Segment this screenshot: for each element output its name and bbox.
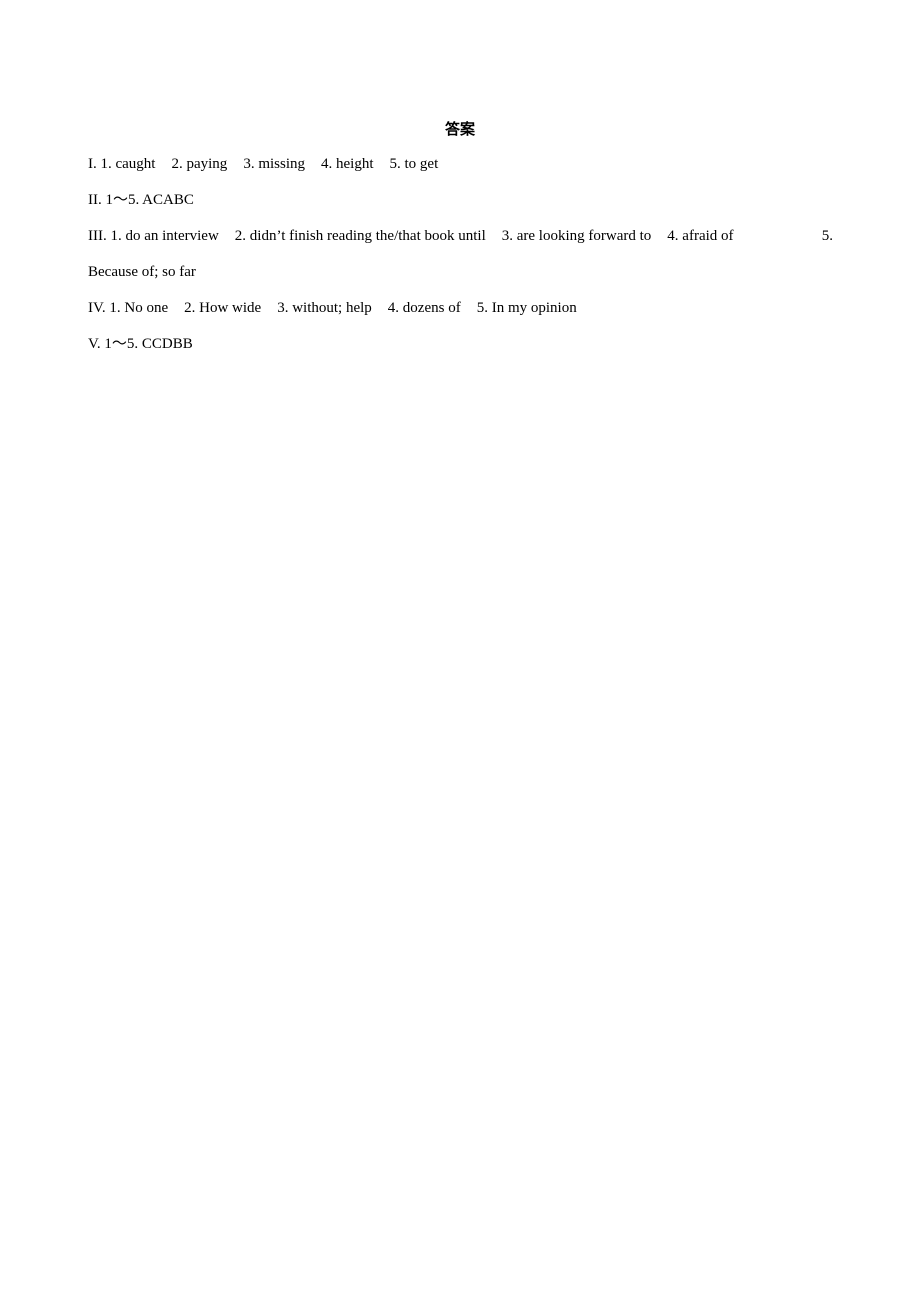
page-title: 答案 (444, 120, 475, 138)
answer-section-5: V. 1～5. CCDBB (88, 336, 193, 352)
answer-section-3: III. 1. do an interview 2. didn’t finish … (88, 228, 833, 244)
answer-section-4: IV. 1. No one 2. How wide 3. without; help… (88, 300, 577, 316)
answer-section-1: I. 1. caught 2. paying 3. missing 4. height… (88, 156, 439, 172)
answer-section-3-continuation: Because of; so far (88, 264, 196, 280)
answer-section-2: II. 1～5. ACABC (88, 192, 194, 208)
